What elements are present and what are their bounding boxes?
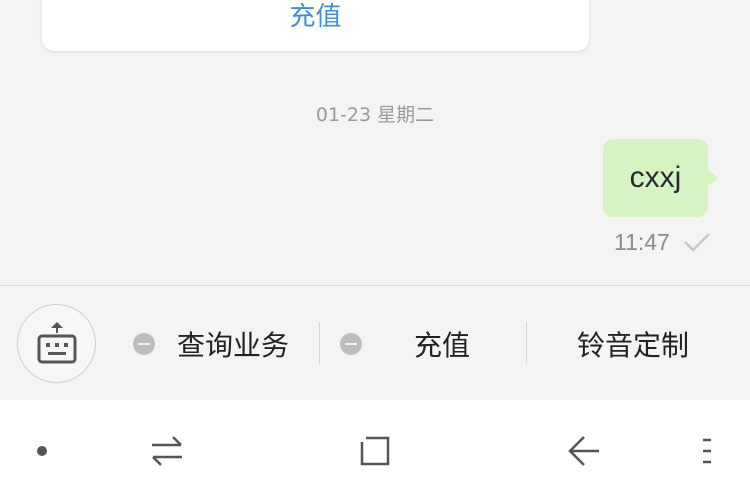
- switch-icon[interactable]: [149, 434, 185, 468]
- dot-icon[interactable]: [35, 444, 49, 458]
- service-card: 充值: [42, 0, 589, 51]
- collapse-dot-icon: [340, 333, 362, 355]
- system-nav-bar: [0, 400, 750, 499]
- message-text: cxxj: [629, 161, 682, 194]
- menu-divider: [319, 322, 320, 364]
- menu-item-ringtone[interactable]: 铃音定制: [577, 320, 689, 368]
- menu-item-label: 充值: [414, 329, 471, 362]
- chat-area: 充值 01-23 星期二 cxxj 11:47: [0, 0, 750, 285]
- square-icon[interactable]: [358, 434, 392, 468]
- collapse-dot-icon: [133, 333, 155, 355]
- back-icon[interactable]: [566, 433, 602, 469]
- keyboard-icon: [37, 322, 77, 364]
- menu-item-query[interactable]: 查询业务: [133, 320, 289, 368]
- menu-icon[interactable]: [700, 436, 716, 466]
- menu-item-label: 查询业务: [177, 329, 290, 362]
- menu-item-recharge[interactable]: 充值: [340, 320, 470, 368]
- date-separator: 01-23 星期二: [315, 104, 435, 126]
- message-bubble[interactable]: cxxj: [603, 139, 718, 217]
- service-menu-bar: 查询业务 充值 铃音定制: [0, 285, 750, 400]
- keyboard-toggle-button[interactable]: [17, 304, 96, 383]
- recharge-link[interactable]: 充值: [42, 0, 589, 33]
- menu-divider: [526, 322, 527, 364]
- bubble-tail: [707, 169, 718, 187]
- sent-check-icon: [684, 233, 710, 252]
- menu-item-label: 铃音定制: [577, 329, 690, 362]
- message-time: 11:47: [614, 229, 670, 255]
